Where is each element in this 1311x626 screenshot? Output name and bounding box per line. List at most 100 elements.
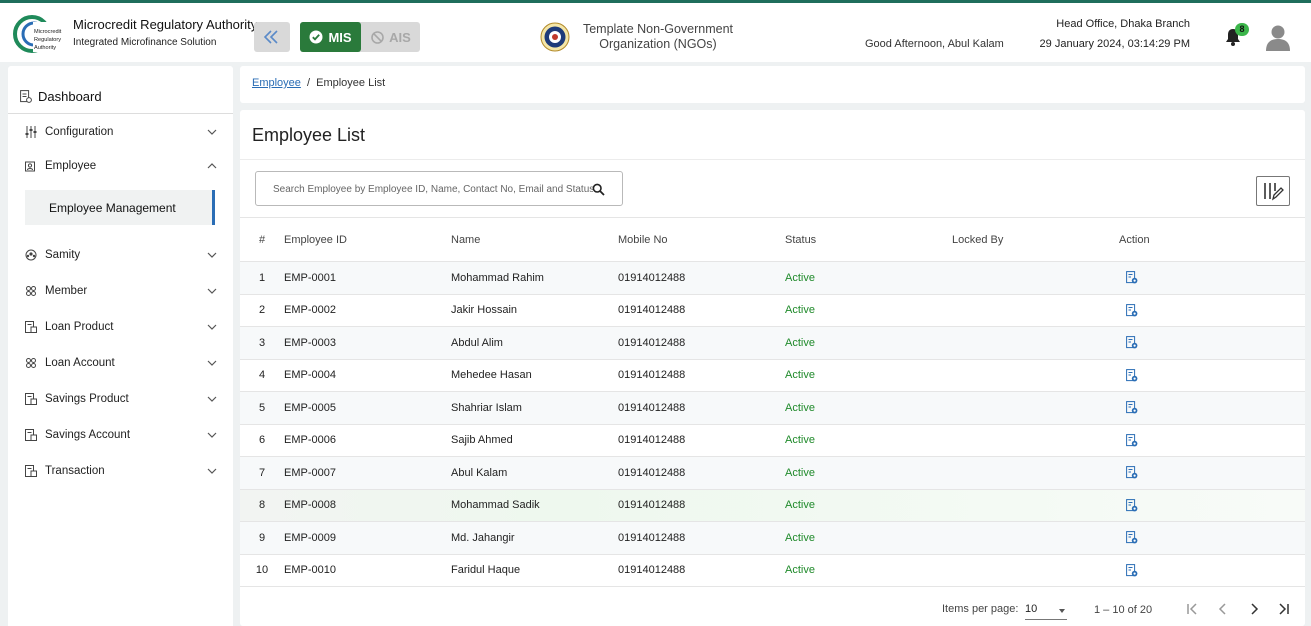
table-row[interactable]: 9 EMP-0009 Md. Jahangir 01914012488 Acti… (240, 521, 1305, 555)
last-page-button[interactable] (1275, 601, 1291, 617)
table-row[interactable]: 4 EMP-0004 Mehedee Hasan 01914012488 Act… (240, 359, 1305, 392)
sidebar: Dashboard Configuration Employee Employe… (8, 66, 233, 626)
row-number: 7 (240, 456, 284, 490)
column-edit-icon (1264, 183, 1284, 201)
search-icon[interactable] (592, 183, 605, 196)
breadcrumb-employee-link[interactable]: Employee (252, 77, 301, 89)
view-details-icon[interactable] (1126, 303, 1138, 317)
chevron-down-icon (207, 324, 217, 330)
employee-locked-by (952, 456, 1119, 490)
row-number: 1 (240, 261, 284, 295)
action-cell (1119, 261, 1305, 295)
org-name-line-2: Organization (NGOs) (599, 37, 717, 51)
employee-status: Active (785, 456, 952, 490)
sidebar-label: Savings Product (45, 393, 129, 405)
chevron-left-icon (1218, 603, 1226, 615)
paginator: Items per page: 10 1 – 10 of 20 (240, 590, 1305, 626)
view-details-icon[interactable] (1126, 498, 1138, 512)
sidebar-dashboard-label: Dashboard (38, 89, 102, 104)
view-details-icon[interactable] (1126, 401, 1138, 414)
employee-name: Jakir Hossain (451, 294, 618, 327)
column-header-number: # (240, 217, 284, 262)
brand-subtitle: Integrated Microfinance Solution (73, 37, 217, 48)
sidebar-item-samity[interactable]: Samity (8, 238, 233, 272)
employee-mobile: 01914012488 (618, 391, 785, 425)
chevron-down-icon (207, 396, 217, 402)
sidebar-subitem-employee-management[interactable]: Employee Management (25, 190, 215, 225)
logo-text-3: Authority (34, 45, 56, 51)
employee-id: EMP-0001 (284, 261, 451, 295)
dropdown-caret-icon (1059, 609, 1065, 613)
items-per-page-value: 10 (1025, 603, 1038, 615)
chevron-down-icon (207, 129, 217, 135)
next-page-button[interactable] (1246, 601, 1262, 617)
employee-name: Faridul Haque (451, 554, 618, 587)
view-details-icon[interactable] (1126, 563, 1138, 577)
view-details-icon[interactable] (1126, 271, 1138, 284)
greeting: Good Afternoon, Abul Kalam (865, 38, 1004, 50)
employee-id: EMP-0010 (284, 554, 451, 587)
document-icon (25, 465, 37, 477)
employee-name: Shahriar Islam (451, 391, 618, 425)
action-cell (1119, 554, 1305, 587)
employee-name: Mohammad Sadik (451, 489, 618, 522)
employee-locked-by (952, 261, 1119, 295)
sidebar-item-transaction[interactable]: Transaction (8, 454, 233, 488)
chevron-up-icon (207, 163, 217, 169)
brand-title: Microcredit Regulatory Authority (73, 17, 258, 32)
table-row[interactable]: 1 EMP-0001 Mohammad Rahim 01914012488 Ac… (240, 261, 1305, 295)
sidebar-item-savings-account[interactable]: Savings Account (8, 418, 233, 452)
items-per-page-select[interactable]: 10 (1025, 600, 1067, 620)
sidebar-item-configuration[interactable]: Configuration (8, 115, 233, 149)
sidebar-label: Employee (45, 160, 97, 172)
table-row[interactable]: 3 EMP-0003 Abdul Alim 01914012488 Active (240, 326, 1305, 360)
ais-button[interactable]: AIS (362, 22, 420, 52)
row-number: 9 (240, 521, 284, 555)
table-row[interactable]: 7 EMP-0007 Abul Kalam 01914012488 Active (240, 456, 1305, 490)
previous-page-button[interactable] (1215, 601, 1231, 617)
view-details-icon[interactable] (1126, 336, 1138, 349)
column-header-status: Status (785, 217, 952, 262)
row-number: 4 (240, 359, 284, 392)
action-cell (1119, 424, 1305, 457)
sidebar-label: Samity (45, 249, 81, 261)
page-range-label: 1 – 10 of 20 (1094, 604, 1153, 616)
sidebar-item-member[interactable]: Member (8, 274, 233, 308)
column-settings-button[interactable] (1256, 176, 1290, 206)
view-details-icon[interactable] (1126, 466, 1138, 479)
employee-status: Active (785, 489, 952, 522)
employee-locked-by (952, 359, 1119, 392)
table-row[interactable]: 6 EMP-0006 Sajib Ahmed 01914012488 Activ… (240, 424, 1305, 457)
first-page-button[interactable] (1185, 601, 1201, 617)
employee-name: Mohammad Rahim (451, 261, 618, 295)
mis-button[interactable]: MIS (300, 22, 361, 52)
org-name: Template Non-Government Organization (NG… (578, 22, 738, 52)
employee-locked-by (952, 521, 1119, 555)
employee-mobile: 01914012488 (618, 359, 785, 392)
table-row[interactable]: 8 EMP-0008 Mohammad Sadik 01914012488 Ac… (240, 489, 1305, 522)
view-details-icon[interactable] (1126, 433, 1138, 447)
sidebar-item-loan-product[interactable]: Loan Product (8, 310, 233, 344)
sidebar-item-savings-product[interactable]: Savings Product (8, 382, 233, 416)
view-details-icon[interactable] (1126, 368, 1138, 382)
chevron-down-icon (207, 252, 217, 258)
view-details-icon[interactable] (1126, 531, 1138, 544)
search-box (255, 171, 623, 206)
table-row[interactable]: 10 EMP-0010 Faridul Haque 01914012488 Ac… (240, 554, 1305, 587)
search-input[interactable] (273, 181, 593, 197)
column-header-locked-by: Locked By (952, 217, 1119, 262)
user-avatar-icon[interactable] (1265, 23, 1291, 51)
employee-name: Sajib Ahmed (451, 424, 618, 457)
sidebar-item-dashboard[interactable]: Dashboard (8, 80, 233, 114)
employee-id: EMP-0004 (284, 359, 451, 392)
row-number: 5 (240, 391, 284, 425)
ban-icon (371, 30, 384, 44)
table-row[interactable]: 5 EMP-0005 Shahriar Islam 01914012488 Ac… (240, 391, 1305, 425)
sidebar-item-employee[interactable]: Employee (8, 149, 233, 183)
mra-logo: Microcredit Regulatory Authority (13, 15, 66, 53)
employee-table: # Employee ID Name Mobile No Status Lock… (240, 217, 1305, 587)
sidebar-label: Transaction (45, 465, 105, 477)
collapse-sidebar-button[interactable] (254, 22, 290, 52)
sidebar-item-loan-account[interactable]: Loan Account (8, 346, 233, 380)
table-row[interactable]: 2 EMP-0002 Jakir Hossain 01914012488 Act… (240, 294, 1305, 327)
